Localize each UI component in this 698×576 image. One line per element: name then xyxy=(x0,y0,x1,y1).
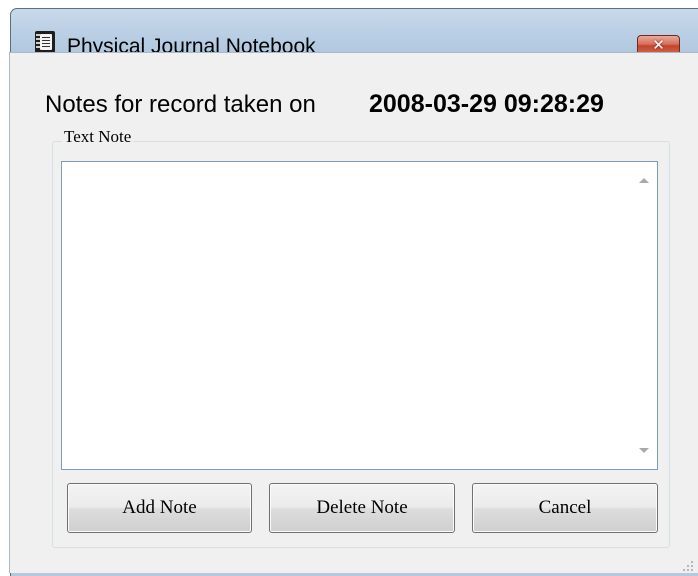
vertical-scrollbar[interactable] xyxy=(631,162,657,469)
resize-grip-icon[interactable] xyxy=(682,560,694,572)
notebook-icon xyxy=(35,31,55,53)
add-note-button[interactable]: Add Note xyxy=(67,483,252,533)
scroll-up-arrow-icon[interactable] xyxy=(639,178,649,183)
text-note-label: Text Note xyxy=(62,127,134,147)
notes-heading: Notes for record taken on xyxy=(45,91,316,118)
text-note-input[interactable] xyxy=(61,161,658,470)
delete-note-button[interactable]: Delete Note xyxy=(269,483,455,533)
record-timestamp: 2008-03-29 09:28:29 xyxy=(369,90,604,118)
cancel-button[interactable]: Cancel xyxy=(472,483,658,533)
scroll-down-arrow-icon[interactable] xyxy=(639,448,649,453)
